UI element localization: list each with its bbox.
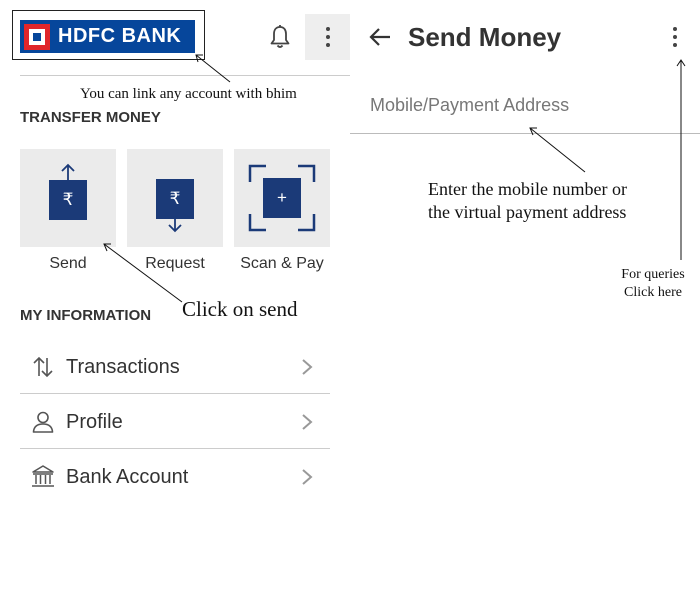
list-item-bank-account[interactable]: Bank Account [20, 450, 330, 504]
down-arrow-icon [168, 216, 182, 233]
chevron-right-icon [302, 469, 313, 485]
more-vert-icon[interactable] [668, 24, 682, 50]
request-label[interactable]: Request [127, 255, 223, 273]
scan-and-pay-label[interactable]: Scan & Pay [234, 255, 330, 273]
transfer-money-heading: TRANSFER MONEY [20, 109, 161, 126]
mobile-payment-address-input[interactable] [370, 90, 690, 120]
request-tile[interactable]: ₹ [127, 149, 223, 247]
bell-icon[interactable] [268, 24, 292, 50]
bank-icon [32, 465, 54, 487]
annotation-link-account: You can link any account with bhim [80, 86, 297, 102]
list-item-profile[interactable]: Profile [20, 395, 330, 449]
transactions-label: Transactions [66, 355, 180, 378]
hdfc-bank-logo: HDFC BANK [20, 20, 195, 53]
rupee-up-arrow-icon: ₹ [49, 180, 87, 220]
annotation-enter-mobile: Enter the mobile number or the virtual p… [428, 179, 627, 222]
input-underline [350, 133, 700, 134]
page-title: Send Money [408, 22, 562, 52]
profile-label: Profile [66, 410, 123, 433]
annotation-queries: For queries Click here [621, 267, 685, 300]
scan-plus-icon: + [263, 178, 301, 218]
list-item-transactions[interactable]: Transactions [20, 340, 330, 394]
chevron-right-icon [302, 359, 313, 375]
hdfc-logo-mark-icon [24, 23, 50, 50]
annotation-click-send: Click on send [182, 297, 298, 321]
more-vert-icon[interactable] [305, 14, 350, 60]
list-divider [20, 448, 330, 449]
back-arrow-icon[interactable] [368, 26, 392, 48]
up-arrow-icon [61, 163, 75, 180]
up-down-arrows-icon [33, 356, 53, 378]
chevron-right-icon [302, 414, 313, 430]
person-icon [32, 411, 54, 433]
logo-text: HDFC BANK [58, 25, 182, 47]
rupee-down-arrow-icon: ₹ [156, 179, 194, 219]
header-divider [20, 75, 350, 76]
send-label[interactable]: Send [20, 255, 116, 273]
send-tile[interactable]: ₹ [20, 149, 116, 247]
scan-and-pay-tile[interactable]: + [234, 149, 330, 247]
bank-account-label: Bank Account [66, 465, 189, 488]
list-divider [20, 393, 330, 394]
my-information-heading: MY INFORMATION [20, 307, 152, 324]
